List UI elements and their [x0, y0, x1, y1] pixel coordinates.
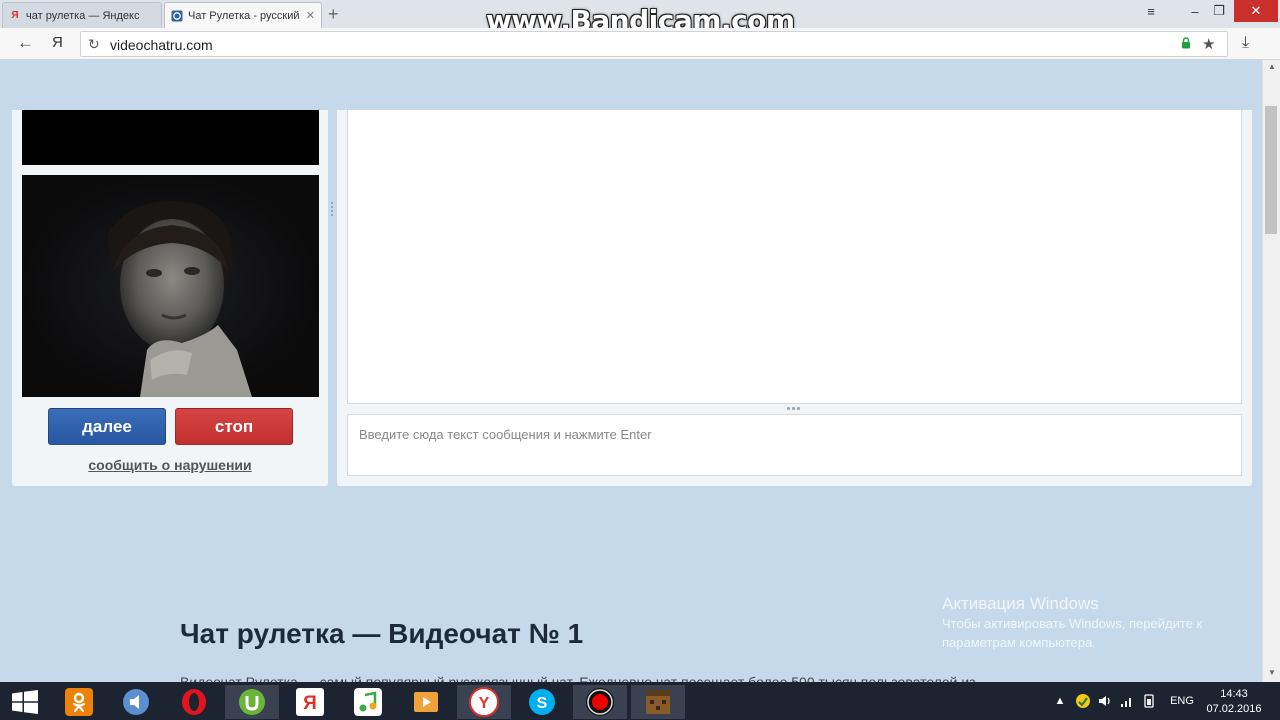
- tray-expand-icon[interactable]: ▲: [1050, 682, 1070, 720]
- music-icon[interactable]: [341, 685, 395, 719]
- horizontal-resize-handle[interactable]: [787, 407, 803, 411]
- lock-icon: [1182, 37, 1190, 49]
- site-icon: [171, 10, 183, 22]
- windows-activation-watermark: Активация Windows Чтобы активировать Win…: [942, 594, 1242, 652]
- tab-title: чат рулетка — Яндекс: [26, 9, 140, 22]
- bandicam-record-icon[interactable]: [573, 685, 627, 719]
- scroll-up-icon[interactable]: ▲: [1268, 62, 1276, 71]
- report-violation-link[interactable]: сообщить о нарушении: [12, 457, 328, 473]
- windows-taskbar: Я Y S ▲ ENG 14:43 07.02.2016: [0, 682, 1280, 720]
- download-icon[interactable]: ⤓: [1242, 34, 1249, 52]
- self-video: [22, 175, 319, 397]
- next-button[interactable]: далее: [48, 408, 166, 445]
- video-panel: далее стоп сообщить о нарушении: [12, 110, 328, 486]
- sound-icon[interactable]: [109, 685, 163, 719]
- yandex-home-icon[interactable]: Я: [52, 34, 63, 51]
- page-scrollbar[interactable]: ▲ ▼: [1262, 60, 1280, 682]
- yandex-browser-icon[interactable]: Y: [457, 685, 511, 719]
- stop-button[interactable]: стоп: [175, 408, 293, 445]
- close-window-icon[interactable]: ✕: [1234, 0, 1278, 22]
- yandex-icon: Я: [11, 10, 19, 21]
- url-text[interactable]: videochatru.com: [110, 37, 213, 53]
- system-clock[interactable]: 14:43 07.02.2016: [1206, 687, 1262, 717]
- clock-time: 14:43: [1220, 688, 1248, 700]
- battery-icon[interactable]: [1138, 682, 1160, 720]
- skype-icon[interactable]: S: [515, 685, 569, 719]
- activation-title: Активация Windows: [942, 594, 1099, 613]
- svg-text:S: S: [537, 695, 548, 712]
- chat-messages-area: [347, 110, 1242, 404]
- remote-video: [22, 110, 319, 165]
- network-status-icon[interactable]: [1072, 682, 1094, 720]
- minimize-icon[interactable]: –: [1182, 0, 1208, 22]
- close-icon[interactable]: ✕: [302, 9, 315, 22]
- reload-icon[interactable]: ↻: [88, 36, 100, 53]
- vertical-resize-handle[interactable]: [330, 202, 334, 216]
- scroll-thumb[interactable]: [1265, 106, 1277, 234]
- volume-icon[interactable]: [1094, 682, 1116, 720]
- clock-date: 07.02.2016: [1206, 703, 1262, 715]
- bookmark-star-icon[interactable]: ★: [1202, 35, 1215, 53]
- svg-text:Y: Y: [479, 695, 490, 712]
- web-page: далее стоп сообщить о нарушении Введите …: [0, 60, 1262, 682]
- scroll-down-icon[interactable]: ▼: [1268, 668, 1276, 677]
- back-arrow-icon[interactable]: ←: [17, 33, 34, 53]
- chat-panel: Введите сюда текст сообщения и нажмите E…: [337, 110, 1252, 486]
- utorrent-icon[interactable]: [225, 685, 279, 719]
- chat-message-input[interactable]: Введите сюда текст сообщения и нажмите E…: [347, 414, 1242, 476]
- signal-icon[interactable]: [1116, 682, 1138, 720]
- windows-start-icon[interactable]: [12, 690, 38, 714]
- new-tab-button[interactable]: +: [328, 4, 339, 25]
- intro-paragraph: Видеочат Рулетка — самый популярный русс…: [180, 674, 976, 682]
- odnoklassniki-icon[interactable]: [52, 685, 106, 719]
- media-player-icon[interactable]: [399, 685, 453, 719]
- yandex-icon[interactable]: Я: [283, 685, 337, 719]
- tab-videochat[interactable]: Чат Рулетка - русский ✕: [164, 2, 322, 28]
- address-bar[interactable]: ↻ videochatru.com ★: [80, 31, 1228, 57]
- webcam-image: [22, 175, 319, 397]
- minecraft-icon[interactable]: [631, 685, 685, 719]
- activation-body: Чтобы активировать Windows, перейдите к …: [942, 616, 1203, 650]
- svg-text:Я: Я: [303, 693, 317, 714]
- nav-bar: ← Я ↻ videochatru.com ★ ⤓: [0, 28, 1280, 60]
- opera-icon[interactable]: [167, 685, 221, 719]
- browser-menu-icon[interactable]: ≡: [1138, 0, 1164, 22]
- tab-title: Чат Рулетка - русский: [188, 9, 300, 22]
- maximize-icon[interactable]: ❐: [1206, 0, 1232, 22]
- page-title: Чат рулетка — Видеочат № 1: [180, 618, 584, 649]
- tab-bar: Я чат рулетка — Яндекс Чат Рулетка - рус…: [0, 0, 1280, 37]
- tab-yandex-search[interactable]: Я чат рулетка — Яндекс: [2, 2, 162, 28]
- language-indicator[interactable]: ENG: [1164, 682, 1200, 720]
